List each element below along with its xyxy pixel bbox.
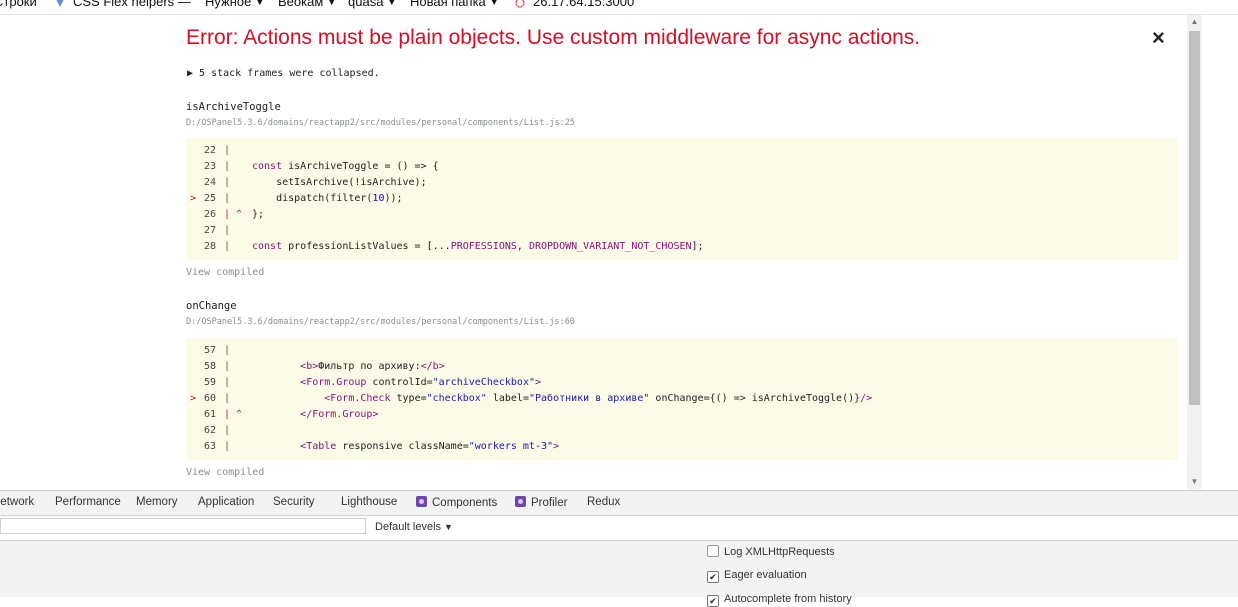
setting-autocomplete-history[interactable]: ✔ Autocomplete from history [707, 593, 852, 607]
chevron-down-icon: ▼ [327, 0, 337, 7]
tab-profiler[interactable]: Profiler [515, 496, 567, 509]
devtools-tab-bar: Network Performance Memory Application S… [0, 491, 1238, 516]
chevron-down-icon: ▼ [489, 0, 499, 7]
bookmark-folder-new[interactable]: Новая папка ▼ [410, 0, 499, 9]
error-overlay: Error: Actions must be plain objects. Us… [0, 15, 1238, 489]
view-compiled-link[interactable]: View compiled [186, 267, 264, 278]
collapsed-frames-toggle[interactable]: ▶ 5 stack frames were collapsed. [187, 68, 380, 79]
setting-label: Log XMLHttpRequests [724, 546, 835, 558]
tab-redux[interactable]: Redux [587, 496, 620, 508]
bookmark-localhost[interactable]: 26.17.64.15:3000 [515, 0, 634, 9]
devtools-panel: Network Performance Memory Application S… [0, 490, 1238, 607]
checkbox-checked-icon[interactable]: ✔ [707, 571, 719, 583]
bookmark-label: Нужное [205, 0, 252, 9]
setting-label: Eager evaluation [724, 569, 807, 581]
setting-eager-evaluation[interactable]: ✔ Eager evaluation [707, 569, 807, 583]
bookmark-folder-veokam[interactable]: Веокам ▼ [278, 0, 336, 9]
react-components-icon [416, 496, 427, 507]
bookmark-folder-quasa[interactable]: quasa ▼ [348, 0, 396, 9]
site-icon [515, 0, 525, 8]
css-flex-icon [56, 0, 64, 7]
tab-security[interactable]: Security [273, 496, 315, 508]
frame-file-path[interactable]: D:/OSPanel5.3.6/domains/reactapp2/src/mo… [186, 118, 575, 128]
tab-label: Components [432, 497, 498, 509]
view-compiled-link[interactable]: View compiled [186, 467, 264, 478]
react-profiler-icon [515, 496, 526, 507]
tab-network[interactable]: Network [0, 496, 34, 508]
bookmark-strings[interactable]: Строки [0, 0, 37, 9]
code-snippet: 57 | 58 | <b>Фильтр по архиву:</b> 59 | <Fo… [186, 338, 1178, 460]
tab-application[interactable]: Application [198, 496, 254, 508]
chevron-down-icon: ▼ [387, 0, 397, 7]
tab-lighthouse[interactable]: Lighthouse [341, 496, 397, 508]
bookmark-label: 26.17.64.15:3000 [533, 0, 635, 9]
scrollbar-thumb[interactable] [1189, 31, 1200, 405]
setting-log-xhr[interactable]: Log XMLHttpRequests [707, 545, 835, 558]
tab-label: Profiler [531, 497, 568, 509]
bookmark-label: Веокам [278, 0, 324, 9]
code-snippet: 22 | 23 | const isArchiveToggle = () => { 2… [186, 138, 1178, 260]
bookmark-label: Строки [0, 0, 37, 9]
scroll-down-arrow-icon[interactable]: ▼ [1187, 475, 1202, 489]
chevron-down-icon: ▼ [444, 522, 453, 532]
scroll-up-arrow-icon[interactable]: ▲ [1187, 15, 1202, 29]
chevron-down-icon: ▼ [255, 0, 265, 7]
bookmark-folder-nuzhnoe[interactable]: Нужное ▼ [205, 0, 264, 9]
tab-components[interactable]: Components [416, 496, 497, 509]
levels-label: Default levels [375, 521, 442, 533]
bookmarks-bar: Строки CSS Flex helpers — Нужное▼ Веокам… [0, 0, 1238, 15]
log-levels-dropdown[interactable]: Default levels ▼ [375, 521, 453, 533]
console-toolbar: Default levels ▼ [0, 516, 1238, 541]
console-filter-input[interactable] [0, 518, 366, 534]
checkbox-checked-icon[interactable]: ✔ [707, 595, 719, 607]
frame-file-path[interactable]: D:/OSPanel5.3.6/domains/reactapp2/src/mo… [186, 317, 575, 327]
bookmark-label: Новая папка [410, 0, 486, 9]
bookmark-label: CSS Flex helpers — [73, 0, 191, 9]
console-settings: Log XMLHttpRequests ✔ Eager evaluation ✔ A… [0, 541, 1238, 607]
bookmark-css-flex-helpers[interactable]: CSS Flex helpers — [55, 0, 191, 9]
frame-function-name: onChange [186, 300, 237, 312]
tab-performance[interactable]: Performance [55, 496, 121, 508]
setting-label: Autocomplete from history [724, 593, 852, 605]
overlay-scrollbar[interactable]: ▲ ▼ [1187, 15, 1202, 489]
tab-memory[interactable]: Memory [136, 496, 178, 508]
checkbox-unchecked[interactable] [707, 545, 719, 557]
frame-function-name: isArchiveToggle [186, 101, 281, 113]
bookmark-label: quasa [348, 0, 384, 9]
close-icon[interactable]: × [1152, 27, 1165, 49]
error-title: Error: Actions must be plain objects. Us… [186, 26, 921, 49]
